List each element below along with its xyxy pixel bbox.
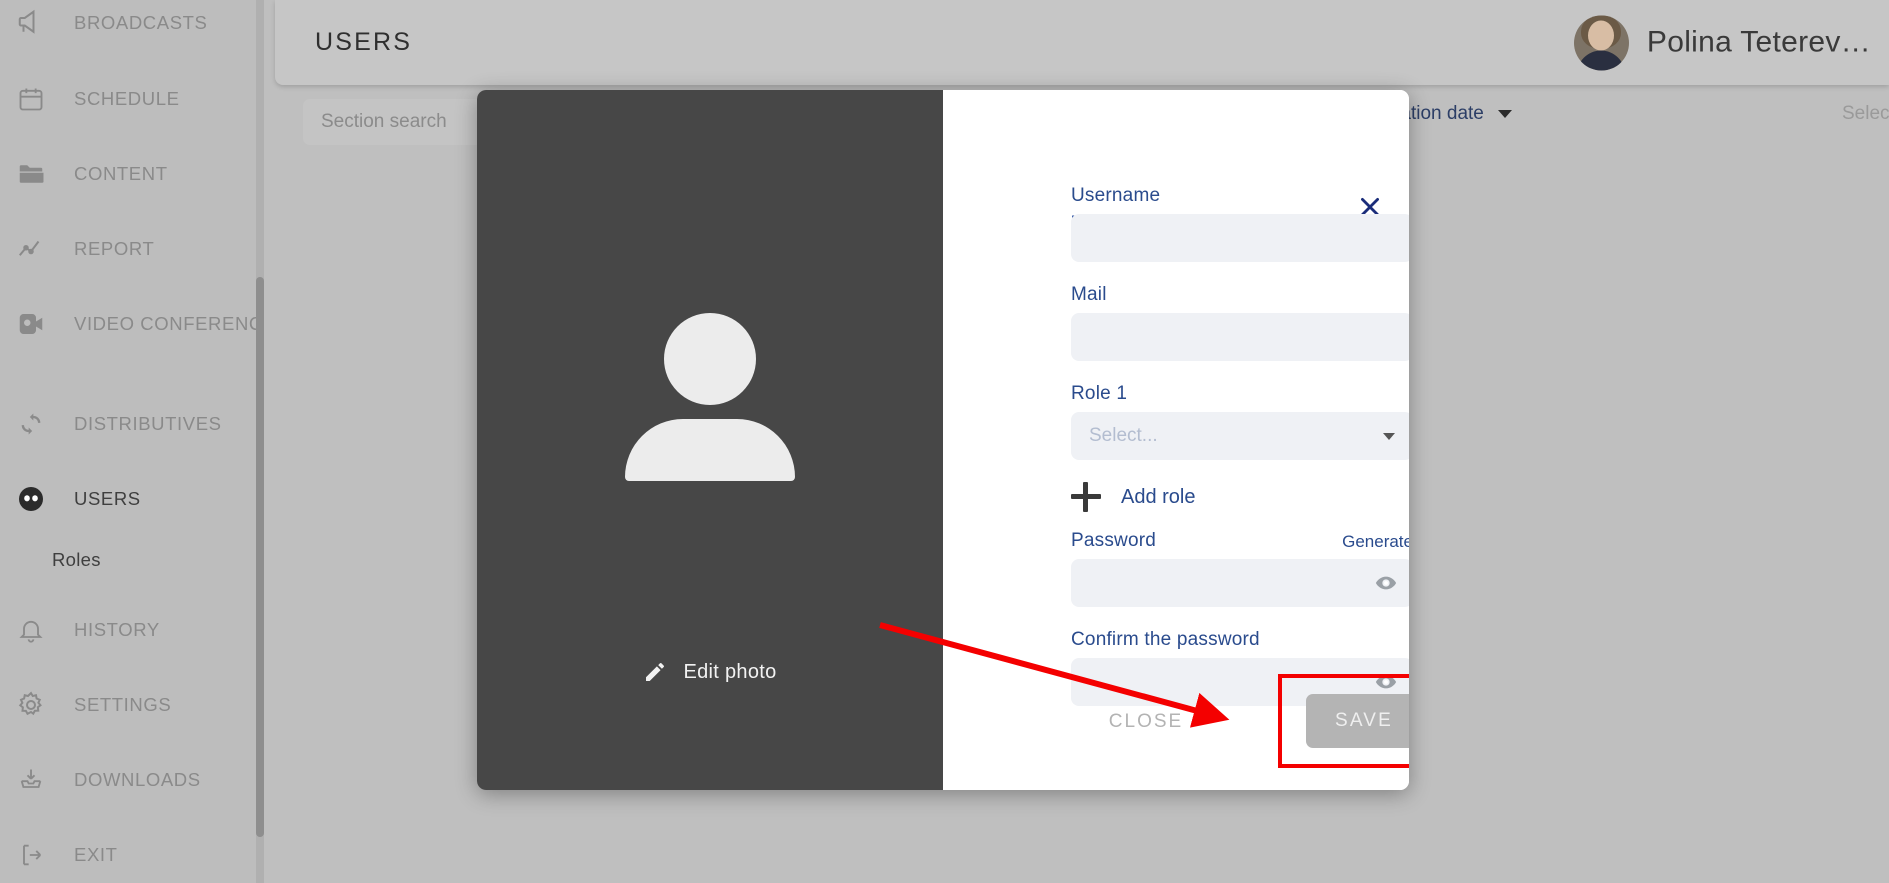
sidebar-item-label: DOWNLOADS [74, 769, 201, 790]
page-title: USERS [315, 28, 413, 56]
modal-action-bar: CLOSE SAVE [1071, 674, 1409, 768]
sidebar-item-report[interactable]: REPORT [0, 212, 256, 286]
user-profile-chip[interactable]: Polina Teterev… [1573, 15, 1877, 70]
chevron-down-icon [1497, 110, 1512, 118]
line-chart-icon [8, 226, 54, 272]
user-creation-form: USER CREATION Username Mail Role 1 Selec… [1071, 185, 1409, 728]
calendar-icon [8, 76, 54, 122]
add-role-label: Add role [1121, 485, 1196, 508]
sidebar-item-label: DISTRIBUTIVES [74, 413, 222, 434]
megaphone-icon [8, 0, 54, 46]
generate-password-link[interactable]: Generate [1342, 532, 1409, 552]
close-button[interactable]: CLOSE [1071, 698, 1221, 746]
sidebar-item-distributives[interactable]: DISTRIBUTIVES [0, 387, 256, 461]
modal-form-panel: USER CREATION Username Mail Role 1 Selec… [943, 90, 1409, 790]
username-label: Username [1071, 185, 1161, 206]
sidebar-item-users[interactable]: USERS [0, 462, 256, 536]
role1-selected-value: Select... [1089, 425, 1158, 446]
sidebar-item-video-conference[interactable]: VIDEO CONFERENCE [0, 287, 264, 361]
sidebar: BROADCASTS SCHEDULE CONTENT REPORT VIDEO… [0, 0, 264, 883]
download-tray-icon [8, 757, 54, 803]
sidebar-item-label: EXIT [74, 844, 118, 865]
pencil-icon [643, 660, 667, 684]
sidebar-item-label: REPORT [74, 238, 155, 259]
sidebar-item-content[interactable]: CONTENT [0, 137, 256, 211]
plus-icon [1071, 482, 1101, 512]
folder-icon [8, 151, 54, 197]
sidebar-item-downloads[interactable]: DOWNLOADS [0, 743, 256, 817]
filter-label: Select... [1842, 103, 1889, 124]
chevron-down-icon [1383, 432, 1395, 440]
add-role-button[interactable]: Add role [1071, 482, 1409, 512]
user-creation-modal: Edit photo USER CREATION Username Mail R… [477, 90, 1409, 790]
sidebar-item-schedule[interactable]: SCHEDULE [0, 62, 256, 136]
modal-photo-panel: Edit photo [477, 90, 943, 790]
top-header-bar: USERS Polina Teterev… [275, 0, 1889, 85]
sidebar-item-label: HISTORY [74, 619, 160, 640]
confirm-password-label: Confirm the password [1071, 629, 1260, 650]
user-name-label: Polina Teterev… [1646, 25, 1871, 59]
sidebar-item-history[interactable]: HISTORY [0, 593, 256, 667]
gear-icon [8, 682, 54, 728]
avatar [1573, 15, 1629, 70]
sidebar-item-broadcasts[interactable]: BROADCASTS [0, 0, 256, 60]
username-field-group: Username [1071, 185, 1409, 262]
save-highlight-box: SAVE [1278, 674, 1409, 768]
mail-input[interactable] [1071, 313, 1409, 361]
bell-icon [8, 607, 54, 653]
mail-field-group: Mail [1071, 284, 1409, 361]
sidebar-item-label: USERS [74, 488, 141, 509]
sidebar-scrollbar-track[interactable] [256, 0, 264, 883]
edit-photo-label: Edit photo [683, 660, 777, 683]
filter-dropdown[interactable]: Select... [1842, 103, 1889, 125]
user-silhouette-icon [625, 313, 795, 481]
mail-label: Mail [1071, 284, 1107, 305]
password-input[interactable] [1071, 559, 1409, 607]
sidebar-item-label: CONTENT [74, 163, 168, 184]
sidebar-item-exit[interactable]: EXIT [0, 818, 256, 883]
username-input[interactable] [1071, 214, 1409, 262]
edit-photo-button[interactable]: Edit photo [477, 660, 943, 684]
role1-field-group: Role 1 Select... [1071, 383, 1409, 460]
role1-select[interactable]: Select... [1071, 412, 1409, 460]
role1-label: Role 1 [1071, 383, 1128, 404]
password-field-group: Password Generate [1071, 530, 1409, 607]
ninja-user-icon [8, 476, 54, 522]
sidebar-subitem-label: Roles [52, 549, 101, 570]
save-button[interactable]: SAVE [1306, 694, 1409, 748]
sidebar-item-settings[interactable]: SETTINGS [0, 668, 256, 742]
sidebar-item-label: SCHEDULE [74, 88, 180, 109]
sidebar-subitem-roles[interactable]: Roles [0, 530, 256, 590]
sidebar-item-label: VIDEO CONFERENCE [74, 313, 264, 334]
video-camera-icon [8, 301, 54, 347]
password-label: Password [1071, 530, 1157, 551]
eye-icon[interactable] [1375, 572, 1397, 594]
sidebar-scrollbar-thumb[interactable] [256, 277, 264, 837]
sidebar-item-label: SETTINGS [74, 694, 172, 715]
sidebar-item-label: BROADCASTS [74, 12, 208, 33]
sync-arrows-icon [8, 401, 54, 447]
logout-arrow-icon [8, 832, 54, 878]
